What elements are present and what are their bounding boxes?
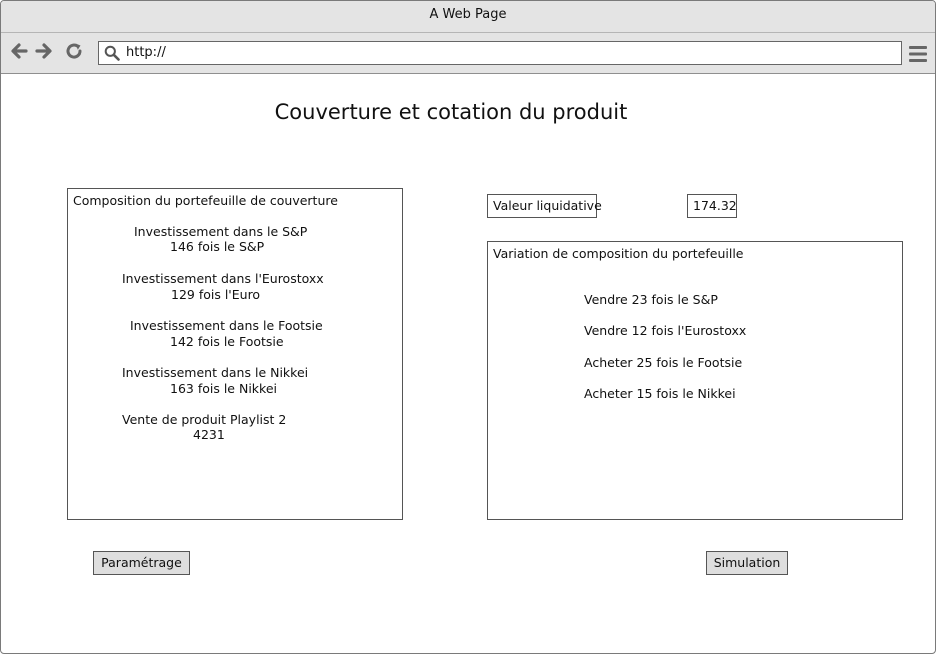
investment-eurostoxx-label: Investissement dans l'Eurostoxx <box>122 271 324 286</box>
variation-panel: Variation de composition du portefeuille… <box>487 241 903 520</box>
product-sale-value: 4231 <box>193 427 225 442</box>
investment-eurostoxx-value: 129 fois l'Euro <box>171 287 261 302</box>
investment-footsie-value: 142 fois le Footsie <box>170 334 284 349</box>
variation-item: Acheter 25 fois le Footsie <box>584 355 743 370</box>
composition-heading: Composition du portefeuille de couvertur… <box>73 193 338 208</box>
investment-nikkei-value: 163 fois le Nikkei <box>170 381 277 396</box>
investment-sp-label: Investissement dans le S&P <box>134 224 308 239</box>
page-title: Couverture et cotation du produit <box>274 100 628 124</box>
variation-item: Acheter 15 fois le Nikkei <box>584 386 736 401</box>
valuation-value: 174.32 <box>687 194 737 218</box>
variation-heading: Variation de composition du portefeuille <box>493 246 744 261</box>
variation-item: Vendre 12 fois l'Eurostoxx <box>584 323 747 338</box>
investment-sp-value: 146 fois le S&P <box>170 239 265 254</box>
browser-window: A Web Page http:// Couverture et cotatio… <box>0 0 936 654</box>
investment-nikkei-label: Investissement dans le Nikkei <box>122 365 309 380</box>
back-arrow-icon[interactable] <box>8 40 30 62</box>
investment-footsie-label: Investissement dans le Footsie <box>130 318 323 333</box>
address-bar[interactable]: http:// <box>98 41 902 65</box>
variation-item: Vendre 23 fois le S&P <box>584 292 718 307</box>
url-text: http:// <box>126 45 166 60</box>
window-title: A Web Page <box>1 1 935 33</box>
hamburger-menu-icon[interactable] <box>908 45 928 63</box>
forward-arrow-icon[interactable] <box>33 40 55 62</box>
composition-panel: Composition du portefeuille de couvertur… <box>67 188 403 520</box>
settings-button[interactable]: Paramétrage <box>93 551 190 575</box>
simulation-button[interactable]: Simulation <box>706 551 788 575</box>
search-icon <box>104 45 120 61</box>
browser-toolbar: http:// <box>1 33 935 74</box>
reload-icon[interactable] <box>63 40 85 62</box>
product-sale-label: Vente de produit Playlist 2 <box>122 412 287 427</box>
valuation-label: Valeur liquidative <box>487 194 602 218</box>
